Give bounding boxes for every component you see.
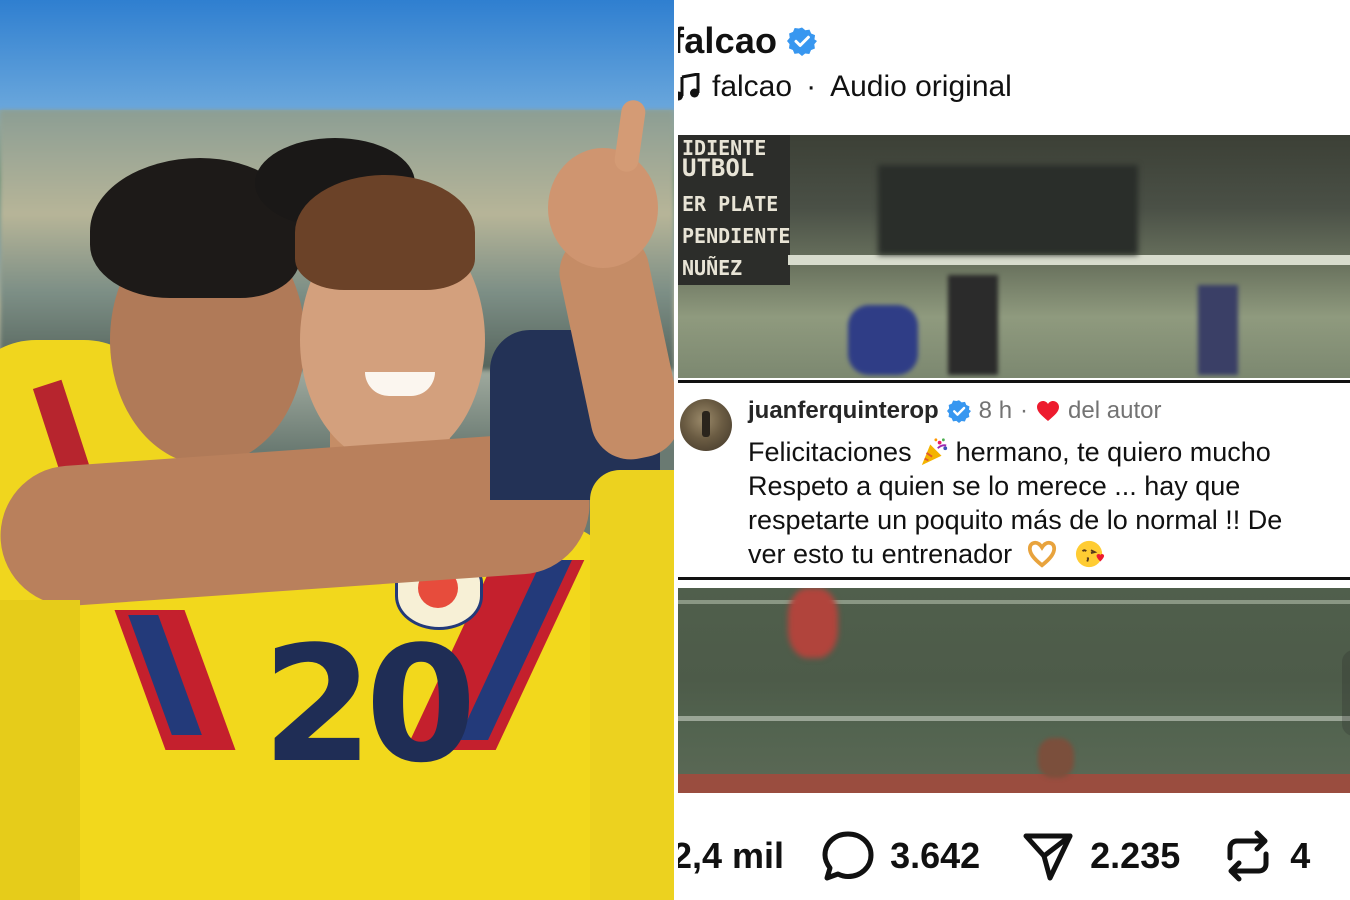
instagram-post-panel: falcao falcao · Audio original IDIENTE U…	[678, 0, 1350, 900]
center-player-hair	[295, 175, 475, 290]
post-author-name[interactable]: falcao	[678, 20, 777, 62]
match-photo: 20	[0, 0, 674, 900]
video-player-bottom	[1038, 738, 1074, 778]
face-blowing-kiss-emoji	[1076, 540, 1105, 568]
repost-icon	[1227, 830, 1269, 882]
video-scoreboard-overlay: IDIENTE UTBOL ER PLATE PENDIENTE NUÑEZ	[678, 135, 790, 285]
comment-line1-start: Felicitaciones	[748, 437, 912, 467]
pinned-comment[interactable]: juanferquinterop 8 h · del autor Felicit…	[678, 380, 1350, 580]
comment-button[interactable]: 3.642	[820, 828, 980, 884]
video-player-red	[788, 588, 838, 658]
track-strip	[678, 774, 1350, 793]
music-note-icon	[678, 73, 700, 101]
raised-hand	[548, 148, 658, 268]
likes-count: 2,4 mil	[678, 835, 785, 876]
party-popper-emoji	[921, 438, 947, 466]
reel-video-top[interactable]: IDIENTE UTBOL ER PLATE PENDIENTE NUÑEZ	[678, 135, 1350, 378]
overlay-line: UTBOL	[682, 154, 755, 182]
stadium-roof	[0, 0, 674, 110]
overlay-line: PENDIENTE	[682, 224, 791, 248]
pitch-line-top	[678, 600, 1350, 604]
comment-line3: respetarte un poquito más de lo normal !…	[748, 505, 1283, 535]
heart-icon	[1037, 401, 1060, 421]
right-teammate-jersey	[590, 470, 674, 900]
share-button[interactable]: 2.235	[1020, 828, 1180, 884]
comment-dot: ·	[1020, 397, 1029, 424]
repost-button[interactable]: 4	[1220, 828, 1310, 884]
verified-badge-icon	[946, 400, 971, 423]
comment-line1-end: hermano, te quiero mucho	[955, 437, 1271, 467]
video-crowd	[878, 165, 1138, 255]
heart-hands-emoji	[1028, 540, 1057, 568]
comments-count: 3.642	[890, 835, 981, 876]
video-player-blue	[848, 305, 918, 375]
comment-username[interactable]: juanferquinterop	[748, 397, 939, 425]
commenter-avatar[interactable]	[680, 399, 732, 451]
reposts-count: 4	[1290, 835, 1311, 876]
action-bar: 2,4 mil 3.642 2.235 4	[678, 828, 1310, 884]
comment-time: 8 h	[978, 397, 1013, 424]
comment-line: Felicitaciones hermano, te quiero mucho	[748, 435, 1350, 469]
shares-count: 2.235	[1090, 835, 1181, 876]
goal-crossbar	[788, 255, 1350, 265]
reel-video-bottom[interactable]	[678, 588, 1350, 793]
likes-count-group[interactable]: 2,4 mil	[678, 835, 784, 877]
comment-text: Felicitaciones hermano, te quiero mucho …	[748, 435, 1350, 571]
liked-by-author-label: del autor	[1068, 397, 1162, 424]
pitch-line-mid	[678, 716, 1350, 721]
send-icon	[1023, 833, 1073, 881]
comment-bubble-icon	[822, 831, 874, 881]
jersey-number: 20	[262, 611, 477, 798]
overlay-line: NUÑEZ	[682, 256, 743, 280]
audio-row[interactable]: falcao · Audio original	[678, 70, 1012, 104]
video-player-dark	[948, 275, 998, 375]
comment-line4: ver esto tu entrenador	[748, 539, 1013, 569]
comment-header: juanferquinterop 8 h · del autor	[748, 397, 1161, 425]
comment-line: ver esto tu entrenador	[748, 537, 1350, 571]
left-teammate-jersey	[0, 600, 80, 900]
side-scroll-handle[interactable]	[1342, 650, 1350, 736]
verified-badge-icon	[787, 27, 818, 56]
audio-separator: ·	[806, 70, 817, 103]
audio-label: Audio original	[830, 70, 1012, 103]
comment-line2: Respeto a quien se lo merece ... hay que	[748, 471, 1241, 501]
video-player-far	[1198, 285, 1238, 375]
audio-author: falcao	[712, 70, 793, 103]
post-header: falcao	[678, 20, 818, 62]
overlay-line: ER PLATE	[682, 192, 779, 216]
